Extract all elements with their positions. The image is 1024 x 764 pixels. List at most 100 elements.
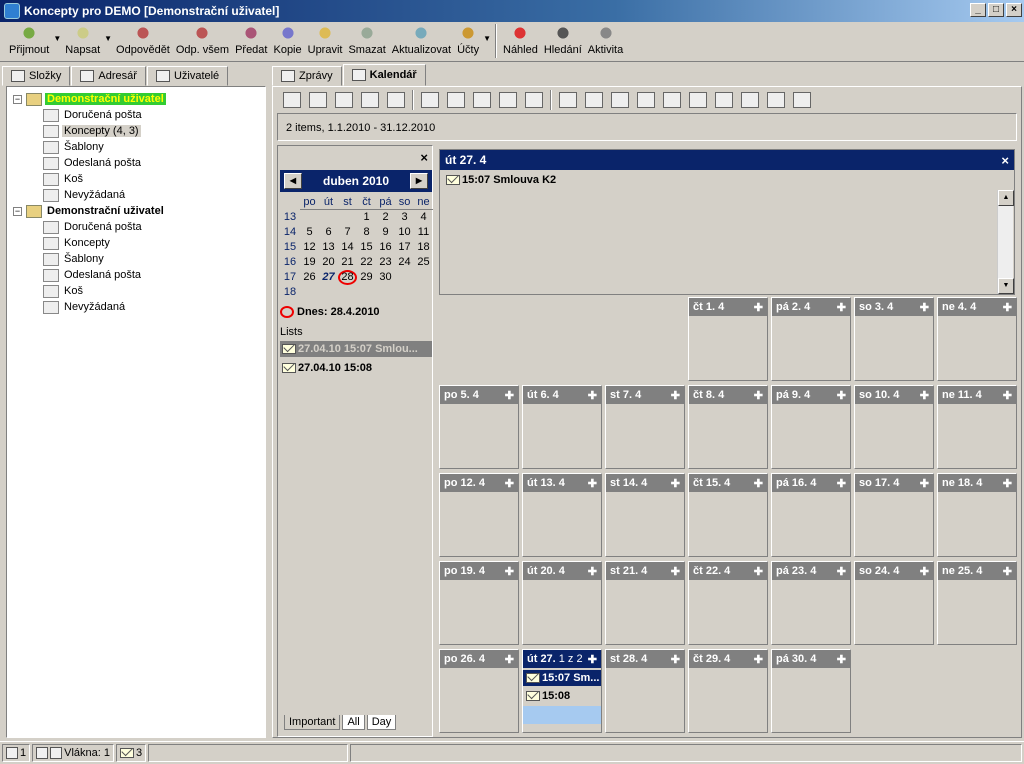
tab-calendar[interactable]: Kalendář (342, 64, 426, 86)
mini-calendar-day[interactable]: 29 (357, 270, 376, 285)
calendar-day-cell[interactable]: so 3. 4 ✚ (854, 297, 934, 381)
tab-all[interactable]: All (342, 715, 365, 730)
tab-important[interactable]: Important (284, 715, 341, 730)
add-event-icon[interactable]: ✚ (754, 477, 763, 490)
calendar-day-cell[interactable]: pá 9. 4 ✚ (771, 385, 851, 469)
mini-calendar-day[interactable]: 4 (414, 210, 433, 225)
mini-calendar-day[interactable]: 25 (414, 255, 433, 270)
mini-calendar-day[interactable]: 21 (338, 255, 357, 270)
search-button[interactable]: Hledání (541, 24, 585, 60)
calendar-day-cell[interactable]: čt 29. 4 ✚ (688, 649, 768, 733)
add-event-icon[interactable]: ✚ (588, 653, 597, 666)
mini-calendar-day[interactable]: 5 (300, 225, 319, 240)
calendar-day-cell[interactable]: čt 1. 4 ✚ (688, 297, 768, 381)
prev-icon[interactable] (767, 92, 785, 108)
calendar-day-cell[interactable]: po 12. 4 ✚ (439, 473, 519, 557)
calendar-day-cell[interactable]: ne 25. 4 ✚ (937, 561, 1017, 645)
receive-button[interactable]: Přijmout (6, 24, 52, 60)
calendar-day-cell[interactable]: ne 11. 4 ✚ (937, 385, 1017, 469)
collapse-icon[interactable]: − (13, 206, 22, 216)
calendar-day-cell[interactable]: so 10. 4 ✚ (854, 385, 934, 469)
mini-calendar-day[interactable]: 3 (395, 210, 414, 225)
tree-item[interactable]: Odeslaná pošta (13, 267, 265, 283)
write-button[interactable]: Napsat (62, 24, 103, 60)
calendar-day-cell[interactable]: pá 16. 4 ✚ (771, 473, 851, 557)
minimize-button[interactable]: _ (970, 3, 986, 17)
calendar-day-cell[interactable]: st 21. 4 ✚ (605, 561, 685, 645)
sidebar-close-icon[interactable]: × (420, 150, 428, 165)
tree-item[interactable]: Šablony (13, 139, 265, 155)
add-event-icon[interactable]: ✚ (837, 653, 846, 666)
mini-calendar-day[interactable]: 1 (357, 210, 376, 225)
calendar-day-cell[interactable]: ne 4. 4 ✚ (937, 297, 1017, 381)
calendar-day-cell[interactable]: pá 2. 4 ✚ (771, 297, 851, 381)
refresh-icon[interactable] (559, 92, 577, 108)
dropdown-arrow-icon[interactable]: ▼ (103, 34, 113, 43)
today-link[interactable]: Dnes: 28.4.2010 (280, 306, 432, 318)
add-event-icon[interactable]: ✚ (754, 565, 763, 578)
add-event-icon[interactable]: ✚ (505, 389, 514, 402)
calendar-day-cell[interactable]: st 7. 4 ✚ (605, 385, 685, 469)
add-event-icon[interactable]: ✚ (754, 653, 763, 666)
add-event-icon[interactable]: ✚ (837, 301, 846, 314)
calendar-day-cell[interactable]: po 5. 4 ✚ (439, 385, 519, 469)
calendar-day-cell[interactable]: po 19. 4 ✚ (439, 561, 519, 645)
reply-button[interactable]: Odpovědět (113, 24, 173, 60)
copy-button[interactable]: Kopie (270, 24, 304, 60)
tab-addressbook[interactable]: Adresář (71, 66, 146, 86)
mini-calendar-day[interactable]: 26 (300, 270, 319, 285)
calendar-day-cell[interactable]: út 27. 1 z 2 ✚ 15:07 Sm... 15:08 (522, 649, 602, 733)
calendar-day-cell[interactable]: pá 30. 4 ✚ (771, 649, 851, 733)
calendar-day-cell[interactable]: út 13. 4 ✚ (522, 473, 602, 557)
close-button[interactable]: × (1006, 3, 1022, 17)
scroll-down-icon[interactable]: ▼ (998, 278, 1014, 294)
edit-button[interactable]: Upravit (305, 24, 346, 60)
tree-item[interactable]: Doručená pošta (13, 219, 265, 235)
tree-item[interactable]: Koncepty (13, 235, 265, 251)
add-event-icon[interactable]: ✚ (588, 477, 597, 490)
add-event-icon[interactable]: ✚ (505, 565, 514, 578)
calendar-day-cell[interactable]: út 20. 4 ✚ (522, 561, 602, 645)
bug-icon[interactable] (387, 92, 405, 108)
week-number[interactable]: 16 (280, 255, 300, 270)
add-event-icon[interactable]: ✚ (837, 389, 846, 402)
add-event-icon[interactable]: ✚ (588, 565, 597, 578)
prev-month-button[interactable]: ◀ (284, 173, 302, 189)
tree-item[interactable]: Nevyžádaná (13, 187, 265, 203)
list-item[interactable]: 27.04.10 15:08 (280, 360, 432, 376)
calendar-day-cell[interactable]: ne 18. 4 ✚ (937, 473, 1017, 557)
mini-calendar-day[interactable]: 22 (357, 255, 376, 270)
mini-calendar-day[interactable]: 15 (357, 240, 376, 255)
activity-button[interactable]: Aktivita (585, 24, 626, 60)
settings-icon[interactable] (663, 92, 681, 108)
collapse-icon[interactable]: − (13, 94, 22, 104)
mini-calendar-day[interactable]: 18 (414, 240, 433, 255)
add-event-icon[interactable]: ✚ (671, 653, 680, 666)
delete-icon[interactable] (335, 92, 353, 108)
mini-calendar-day[interactable]: 11 (414, 225, 433, 240)
list-view-icon[interactable] (525, 92, 543, 108)
day-event[interactable]: 15:07 Smlouva K2 (446, 174, 1014, 186)
tab-users[interactable]: Uživatelé (146, 66, 229, 86)
add-event-icon[interactable]: ✚ (837, 477, 846, 490)
calendar-day-cell[interactable]: pá 23. 4 ✚ (771, 561, 851, 645)
add-event-icon[interactable]: ✚ (671, 477, 680, 490)
find-icon[interactable] (585, 92, 603, 108)
tree-item[interactable]: Šablony (13, 251, 265, 267)
mini-calendar-day[interactable]: 13 (319, 240, 338, 255)
week-number[interactable]: 17 (280, 270, 300, 285)
reply-all-button[interactable]: Odp. všem (173, 24, 232, 60)
delete-button[interactable]: Smazat (345, 24, 388, 60)
add-event-icon[interactable]: ✚ (588, 389, 597, 402)
mini-calendar-day[interactable]: 10 (395, 225, 414, 240)
add-event-icon[interactable]: ✚ (1003, 389, 1012, 402)
mini-calendar-day[interactable]: 16 (376, 240, 395, 255)
add-event-icon[interactable]: ✚ (671, 389, 680, 402)
add-event-icon[interactable]: ✚ (754, 301, 763, 314)
tree-root[interactable]: − Demonstrační uživatel (13, 203, 265, 219)
tree-item[interactable]: Doručená pošta (13, 107, 265, 123)
mini-calendar-day[interactable]: 8 (357, 225, 376, 240)
tools-icon[interactable] (611, 92, 629, 108)
add-event-icon[interactable]: ✚ (920, 301, 929, 314)
next-icon[interactable] (793, 92, 811, 108)
